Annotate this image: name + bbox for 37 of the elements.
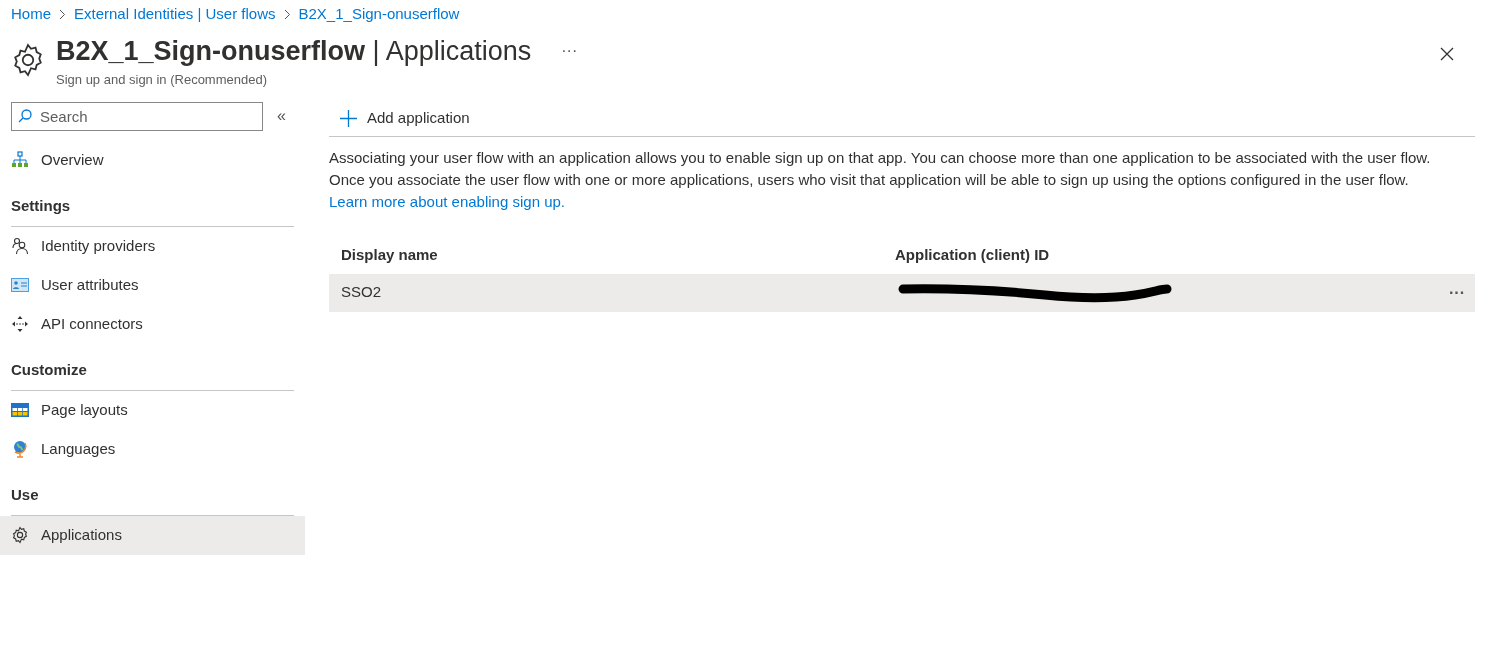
- breadcrumb-link[interactable]: Home: [11, 3, 51, 26]
- chevron-right-icon: [283, 9, 291, 20]
- collapse-button[interactable]: «: [277, 104, 286, 128]
- nav-item[interactable]: User attributes: [0, 265, 305, 305]
- nav-item[interactable]: API connectors: [0, 304, 305, 344]
- breadcrumb-link[interactable]: B2X_1_Sign-onuserflow: [298, 3, 460, 26]
- breadcrumb-link[interactable]: External Identities | User flows: [74, 3, 276, 26]
- nav-item[interactable]: Applications: [0, 515, 305, 555]
- search-field[interactable]: Search: [11, 101, 263, 131]
- section-heading: Use: [11, 485, 39, 503]
- table-icon: [11, 403, 29, 417]
- description-text: Associating your user flow with an application allows you to enable sign up on that app. You can choose more than one application to be associated with the user flow. Once you associate the user flow with one or more applications, users who visit that application will be able to sign up using the options configured in the user flow. Learn more about enabling sign up.: [329, 147, 1432, 212]
- nav-item[interactable]: Identity providers: [0, 226, 305, 266]
- move-arrows-icon: [11, 315, 29, 333]
- search-icon: [18, 108, 32, 123]
- add-application-button[interactable]: Add application: [329, 107, 470, 130]
- people-icon: [11, 237, 29, 255]
- nav-item[interactable]: Languages: [0, 429, 305, 469]
- nav-item[interactable]: Overview: [0, 140, 305, 180]
- page-title: B2X_1_Sign-onuserflow | Applications: [56, 35, 532, 68]
- learn-more-link[interactable]: Learn more about enabling sign up.: [329, 192, 565, 210]
- table-row[interactable]: SSO2 ···: [329, 273, 1475, 312]
- column-header: Application (client) ID: [895, 245, 1050, 266]
- chevron-right-icon: [59, 9, 66, 20]
- table-cell-text: SSO2: [340, 282, 383, 303]
- settings-icon: [11, 526, 29, 544]
- id-card-icon: [11, 278, 29, 292]
- nav-item[interactable]: Page layouts: [0, 390, 305, 430]
- hierarchy-icon: [11, 151, 29, 169]
- section-heading: Customize: [11, 360, 87, 378]
- plus-icon: [340, 110, 357, 127]
- more-button[interactable]: ···: [561, 39, 578, 63]
- page-subtitle: Sign up and sign in (Recommended): [56, 71, 268, 89]
- row-more-button[interactable]: ···: [1449, 280, 1475, 305]
- column-header: Display name: [340, 245, 439, 266]
- globe-icon: [12, 440, 28, 458]
- section-heading: Settings: [11, 196, 71, 214]
